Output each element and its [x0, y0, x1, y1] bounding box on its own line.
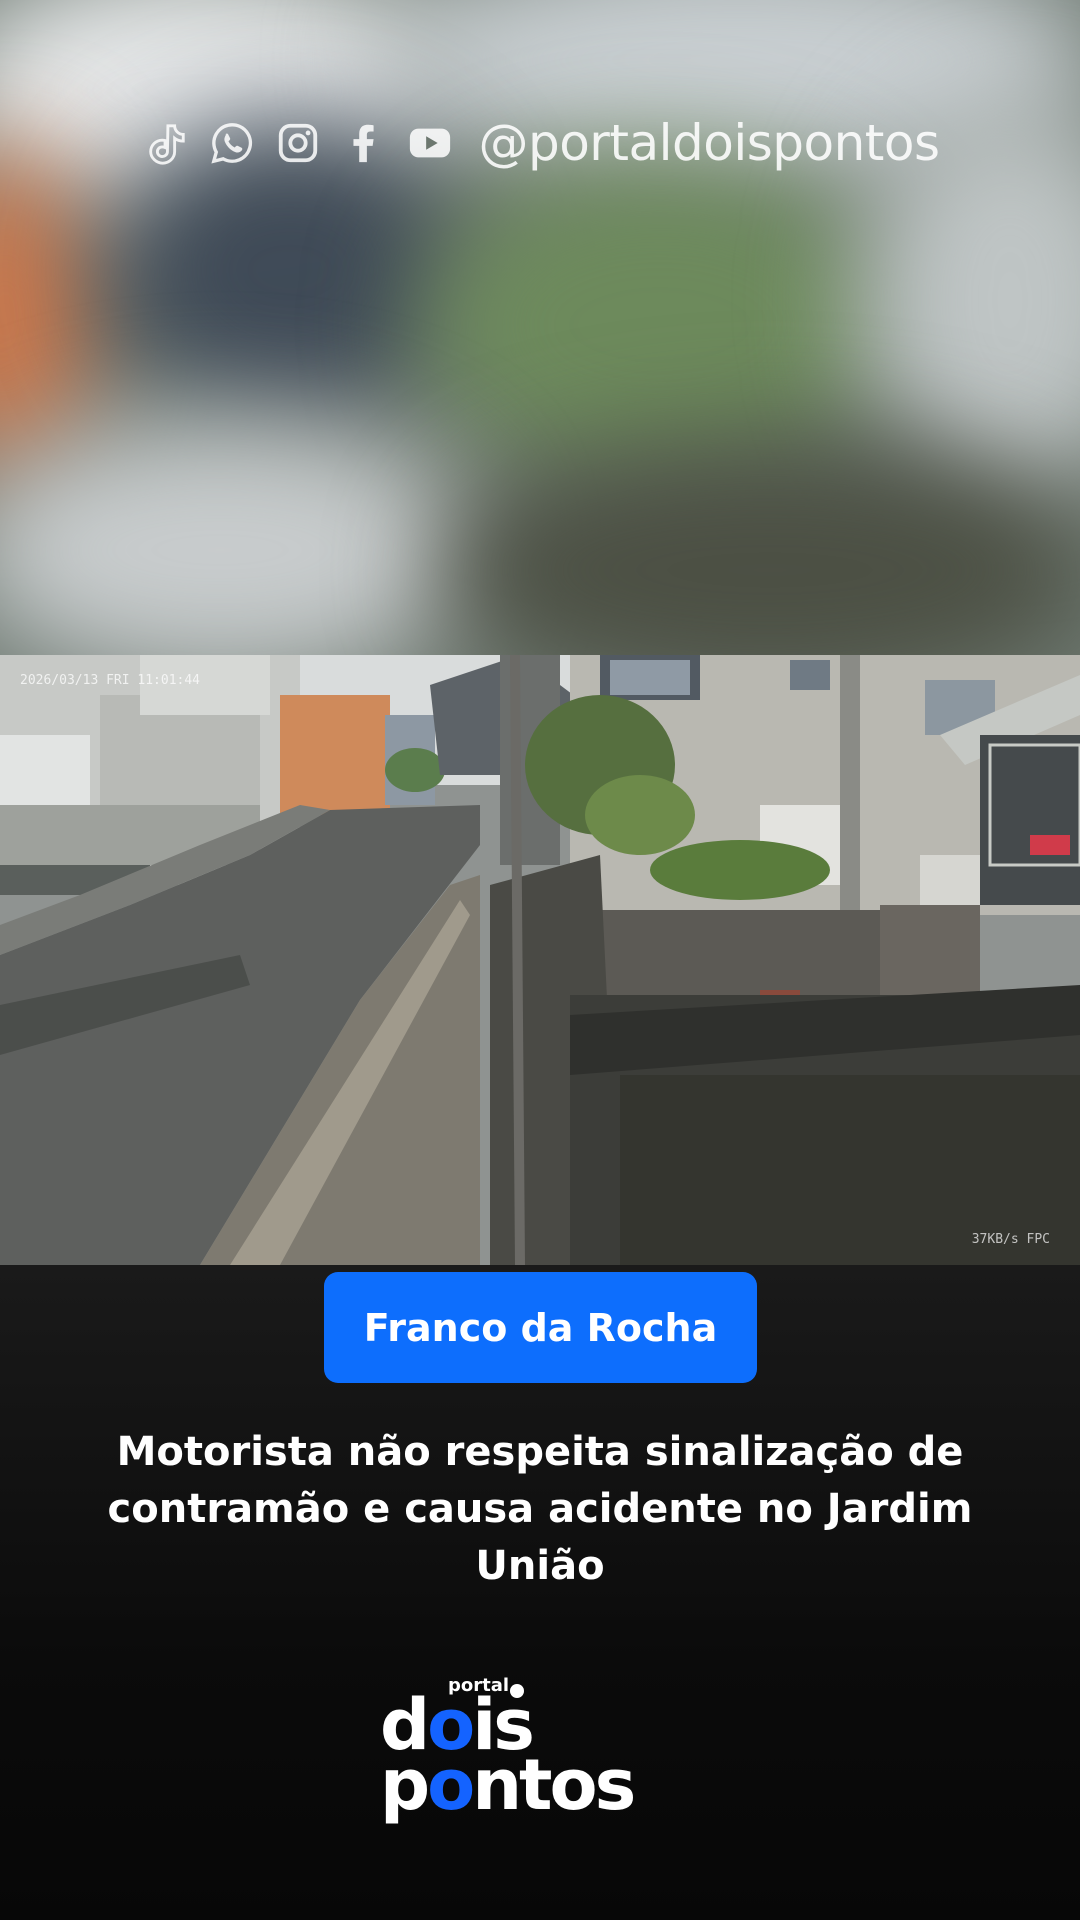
blurred-background: [0, 0, 1080, 655]
instagram-icon[interactable]: [272, 117, 324, 169]
portal-dois-pontos-logo: portal dois pontos: [380, 1672, 710, 1832]
tiktok-icon[interactable]: [140, 117, 192, 169]
social-bar: @portaldoispontos: [0, 108, 1080, 178]
video-timestamp: 2026/03/13 FRI 11:01:44: [20, 673, 201, 688]
location-badge: Franco da Rocha: [324, 1272, 757, 1383]
social-handle[interactable]: @portaldoispontos: [478, 114, 940, 172]
street-scene-image: [0, 655, 1080, 1265]
video-frame[interactable]: [0, 655, 1080, 1265]
video-bitrate: 37KB/s FPC: [971, 1232, 1050, 1247]
logo-line-pontos: pontos: [380, 1744, 636, 1826]
youtube-icon[interactable]: [404, 117, 456, 169]
whatsapp-icon[interactable]: [206, 117, 258, 169]
facebook-icon[interactable]: [338, 117, 390, 169]
headline: Motorista não respeita sinalização de co…: [107, 1429, 973, 1589]
